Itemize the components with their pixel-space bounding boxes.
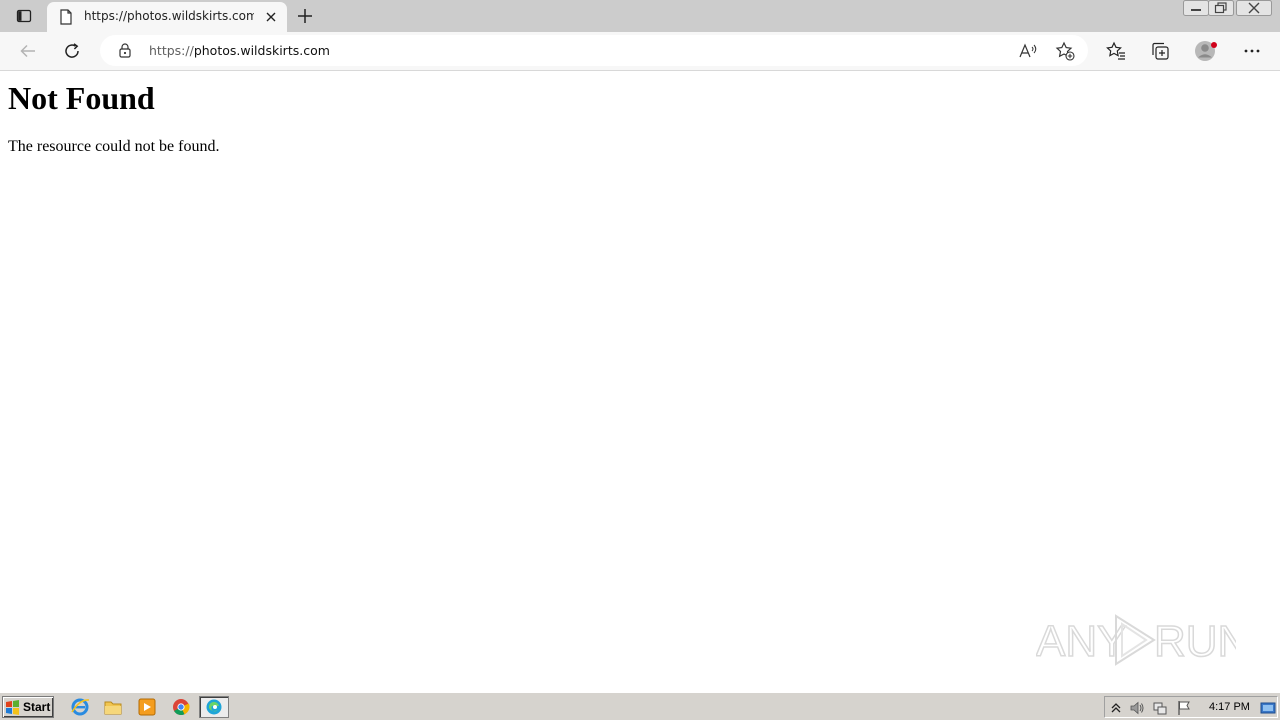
- svg-text:RUN: RUN: [1154, 617, 1236, 666]
- start-button[interactable]: Start: [2, 696, 54, 718]
- url-field[interactable]: https://photos.wildskirts.com: [149, 43, 330, 59]
- browser-toolbar: https://photos.wildskirts.com: [0, 32, 1280, 71]
- back-arrow-icon: [20, 44, 35, 58]
- taskbar: Start 4:17 PM: [0, 692, 1280, 720]
- show-hidden-icons-icon[interactable]: [1108, 700, 1124, 716]
- browser-tab[interactable]: https://photos.wildskirts.com: [47, 2, 287, 32]
- tab-actions-icon: [16, 9, 32, 23]
- add-favorite-icon[interactable]: [1055, 41, 1075, 61]
- page-icon: [60, 9, 72, 25]
- address-bar[interactable]: https://photos.wildskirts.com: [100, 35, 1088, 66]
- refresh-icon: [65, 43, 79, 58]
- url-scheme: https://: [149, 43, 194, 58]
- back-button[interactable]: [15, 39, 41, 63]
- network-icon[interactable]: [1152, 700, 1168, 716]
- profile-button[interactable]: [1193, 39, 1219, 63]
- start-label: Start: [23, 700, 51, 714]
- internet-explorer-icon[interactable]: [70, 697, 90, 717]
- taskbar-edge-button[interactable]: [199, 696, 229, 718]
- page-message: The resource could not be found.: [8, 138, 220, 155]
- minimize-icon[interactable]: [1183, 0, 1209, 16]
- show-desktop-icon[interactable]: [1260, 700, 1276, 716]
- windows-logo-icon: [6, 699, 19, 715]
- avatar: [1195, 41, 1217, 61]
- tab-strip: https://photos.wildskirts.com: [0, 0, 1280, 32]
- new-tab-icon[interactable]: [295, 6, 315, 26]
- read-aloud-icon[interactable]: [1018, 42, 1038, 60]
- svg-text:ANY: ANY: [1036, 617, 1126, 666]
- page-heading: Not Found: [8, 80, 155, 116]
- page-content: Not Found The resource could not be foun…: [0, 72, 1280, 692]
- volume-icon[interactable]: [1129, 700, 1145, 716]
- file-explorer-icon[interactable]: [103, 697, 123, 717]
- chrome-icon[interactable]: [171, 697, 191, 717]
- edge-icon: [206, 699, 222, 715]
- action-center-flag-icon[interactable]: [1176, 700, 1192, 716]
- more-icon: [1244, 49, 1260, 53]
- favorites-icon: [1106, 41, 1125, 60]
- favorites-button[interactable]: [1103, 39, 1129, 63]
- more-button[interactable]: [1239, 39, 1265, 63]
- collections-button[interactable]: [1147, 39, 1173, 63]
- taskbar-clock[interactable]: 4:17 PM: [1209, 701, 1250, 713]
- close-window-icon[interactable]: [1236, 0, 1272, 16]
- url-host: photos.wildskirts.com: [193, 43, 330, 58]
- system-tray: 4:17 PM: [1104, 696, 1278, 718]
- tab-actions-button[interactable]: [8, 4, 40, 28]
- media-player-icon[interactable]: [137, 697, 157, 717]
- collections-icon: [1152, 42, 1169, 60]
- refresh-button[interactable]: [59, 39, 85, 63]
- lock-icon[interactable]: [119, 43, 131, 58]
- restore-icon[interactable]: [1208, 0, 1234, 16]
- close-tab-icon[interactable]: [264, 10, 278, 24]
- tab-title: https://photos.wildskirts.com: [84, 9, 254, 23]
- anyrun-watermark-logo: ANY RUN: [1036, 614, 1236, 667]
